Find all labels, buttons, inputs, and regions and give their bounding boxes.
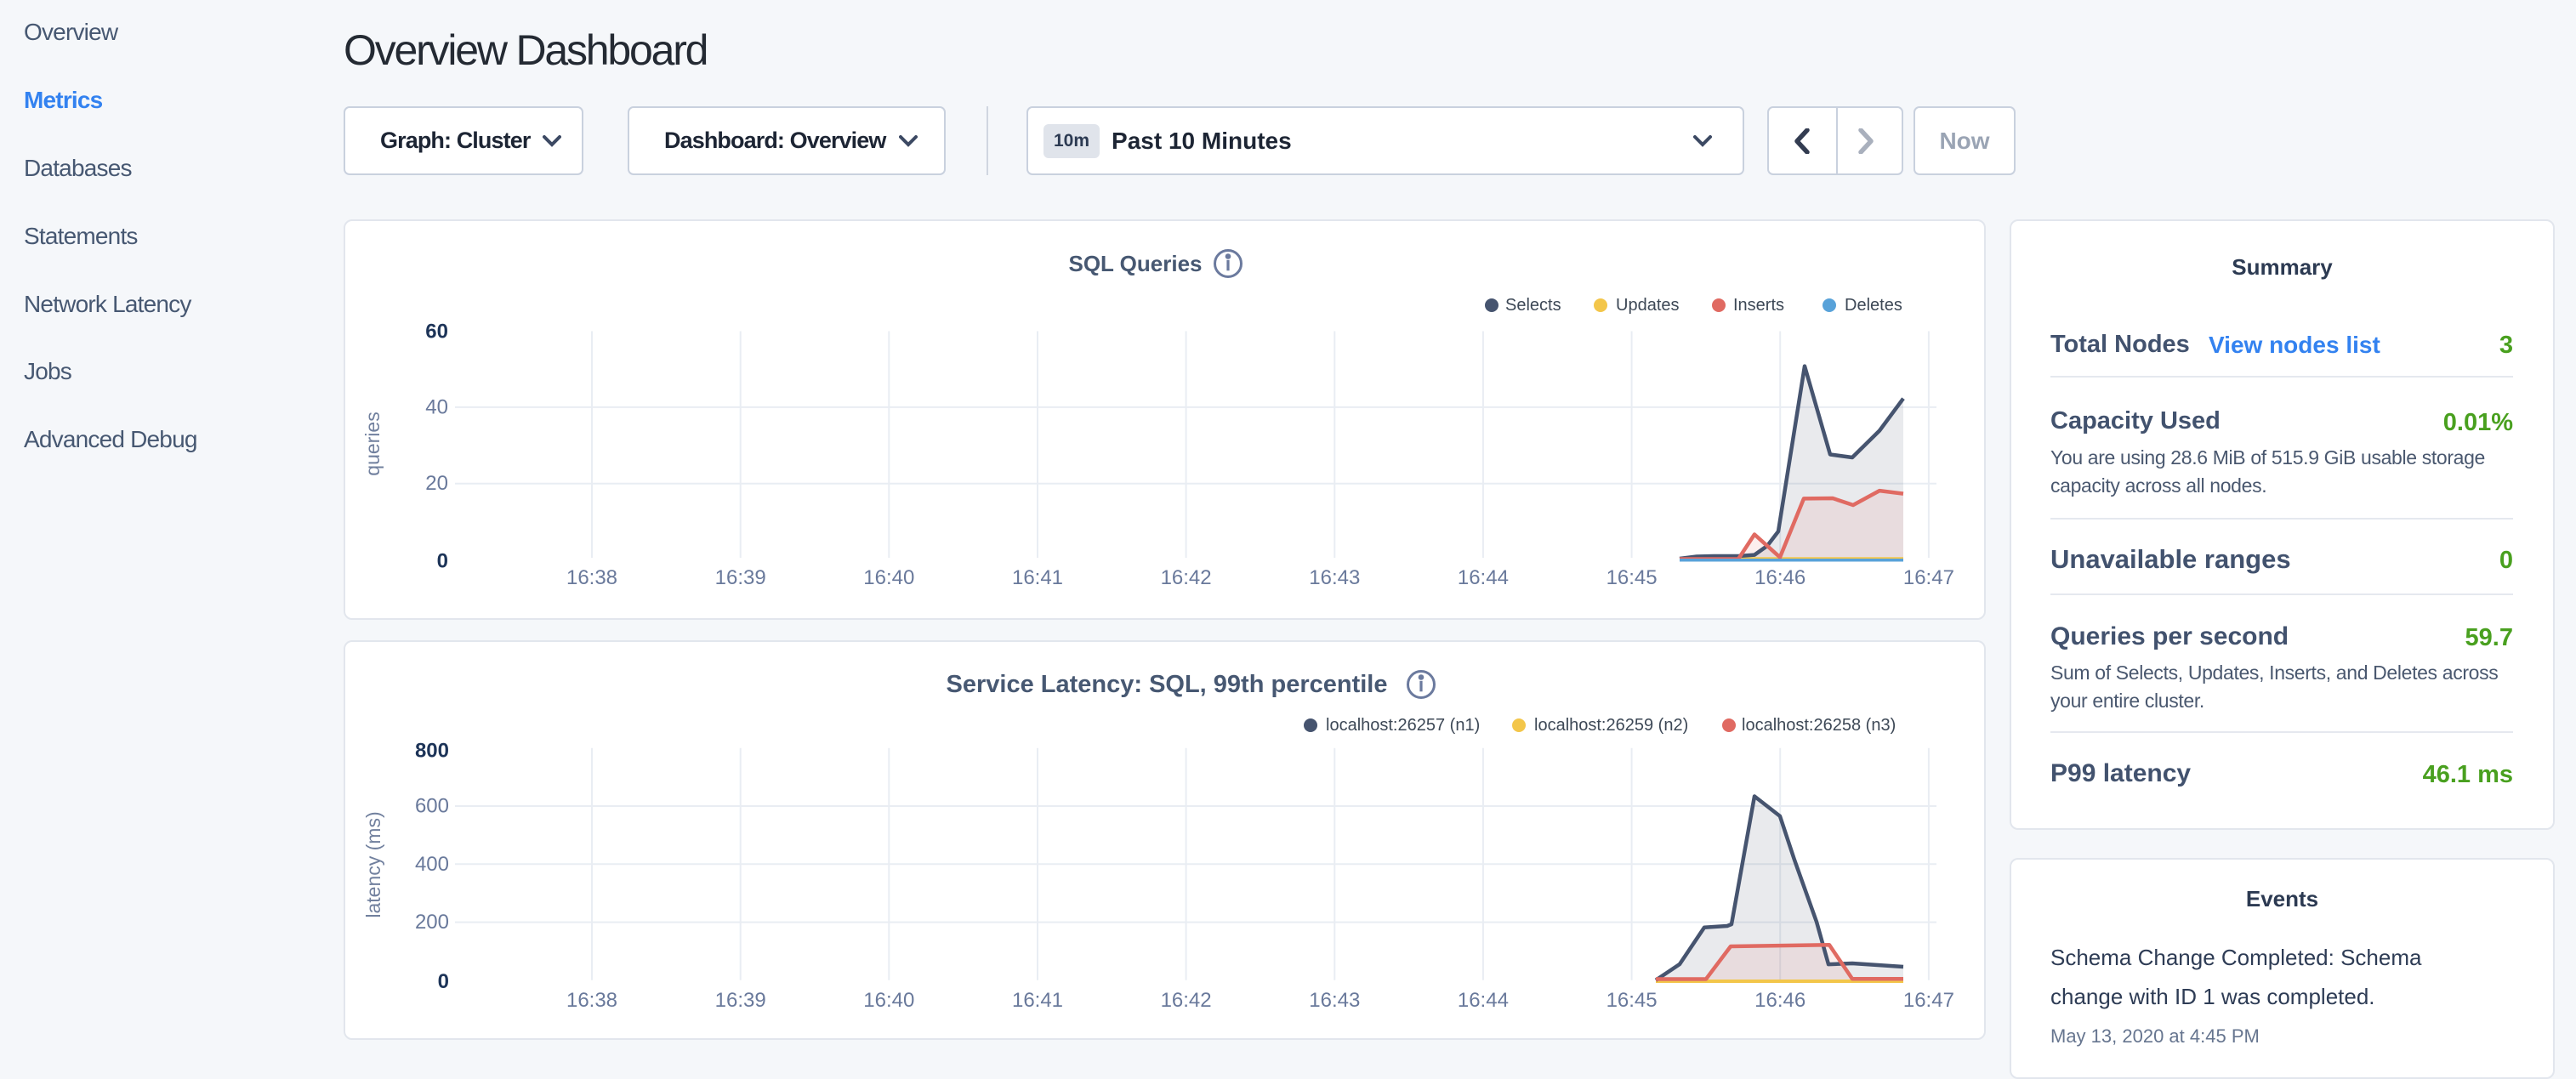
svg-text:200: 200 xyxy=(415,911,449,934)
svg-text:16:43: 16:43 xyxy=(1309,989,1360,1012)
svg-text:16:39: 16:39 xyxy=(715,566,766,589)
svg-text:localhost:26258 (n3): localhost:26258 (n3) xyxy=(1742,716,1896,735)
svg-text:40: 40 xyxy=(425,395,448,418)
svg-text:16:38: 16:38 xyxy=(566,989,617,1012)
svg-text:16:38: 16:38 xyxy=(566,566,617,589)
svg-text:16:45: 16:45 xyxy=(1606,566,1658,589)
svg-text:localhost:26257 (n1): localhost:26257 (n1) xyxy=(1326,716,1480,735)
svg-text:16:42: 16:42 xyxy=(1161,566,1212,589)
svg-text:16:45: 16:45 xyxy=(1606,989,1658,1012)
svg-text:0: 0 xyxy=(437,550,448,573)
svg-text:16:44: 16:44 xyxy=(1458,566,1509,589)
svg-text:16:47: 16:47 xyxy=(1903,566,1954,589)
svg-text:16:39: 16:39 xyxy=(715,989,766,1012)
svg-text:SQL Queries: SQL Queries xyxy=(1068,251,1202,276)
svg-text:Selects: Selects xyxy=(1505,296,1561,315)
svg-text:16:41: 16:41 xyxy=(1012,566,1063,589)
svg-text:latency (ms): latency (ms) xyxy=(362,811,384,917)
svg-text:16:41: 16:41 xyxy=(1012,989,1063,1012)
svg-text:16:43: 16:43 xyxy=(1309,566,1360,589)
svg-text:Deletes: Deletes xyxy=(1845,296,1902,315)
svg-text:16:46: 16:46 xyxy=(1754,566,1805,589)
svg-text:800: 800 xyxy=(415,740,449,763)
svg-text:60: 60 xyxy=(425,321,448,344)
svg-text:16:46: 16:46 xyxy=(1754,989,1805,1012)
svg-text:Service Latency: SQL, 99th per: Service Latency: SQL, 99th percentile xyxy=(947,671,1388,698)
svg-text:400: 400 xyxy=(415,853,449,876)
svg-text:Updates: Updates xyxy=(1616,296,1680,315)
svg-text:0: 0 xyxy=(438,970,449,993)
svg-text:Inserts: Inserts xyxy=(1733,296,1784,315)
svg-text:16:40: 16:40 xyxy=(863,566,914,589)
svg-text:600: 600 xyxy=(415,795,449,818)
svg-text:localhost:26259 (n2): localhost:26259 (n2) xyxy=(1534,716,1688,735)
svg-text:16:44: 16:44 xyxy=(1458,989,1509,1012)
svg-text:queries: queries xyxy=(361,412,384,475)
svg-text:20: 20 xyxy=(425,472,448,495)
svg-text:16:42: 16:42 xyxy=(1161,989,1212,1012)
svg-text:16:47: 16:47 xyxy=(1903,989,1954,1012)
svg-text:16:40: 16:40 xyxy=(863,989,914,1012)
